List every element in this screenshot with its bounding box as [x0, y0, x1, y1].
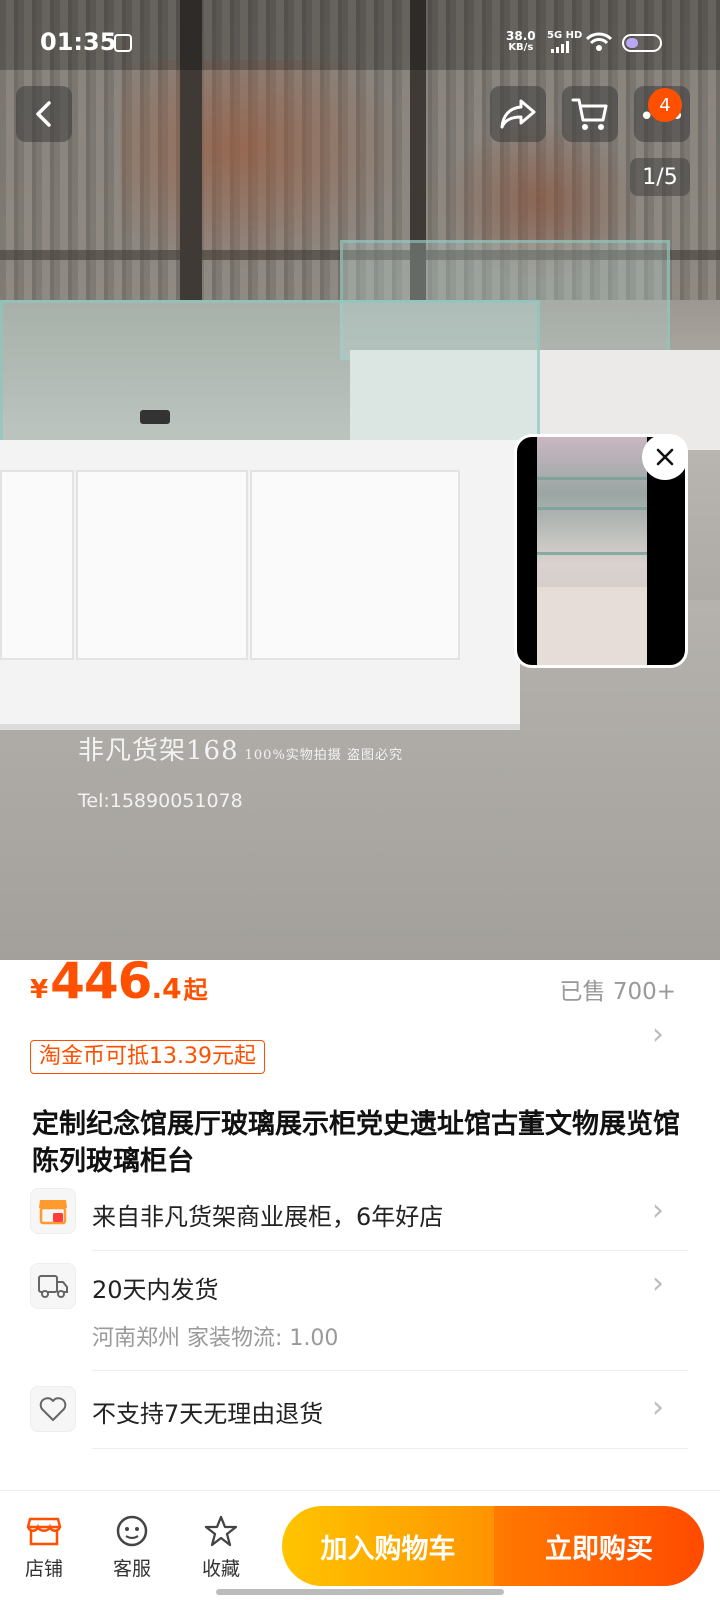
- price-integer: 446: [50, 952, 152, 1010]
- image-detail: [140, 410, 170, 424]
- service-icon: [116, 1515, 148, 1547]
- image-detail: [0, 470, 74, 660]
- product-detail-page: 非凡货架168 100%实物拍摄 盗图必究 Tel:15890051078 01:…: [0, 0, 720, 1600]
- cart-button[interactable]: [562, 86, 618, 142]
- network-speed-value: 38.0: [506, 29, 536, 43]
- network-speed: 38.0 KB/s: [506, 30, 536, 54]
- truck-icon: [38, 1275, 68, 1298]
- home-indicator[interactable]: [216, 1589, 504, 1595]
- signal-label: 5G HD: [547, 30, 583, 41]
- chevron-right-icon[interactable]: ›: [652, 1020, 664, 1050]
- heart-icon: [39, 1397, 67, 1421]
- image-detail: [76, 470, 248, 660]
- battery-icon: [622, 34, 662, 52]
- chevron-right-icon[interactable]: ›: [652, 1196, 664, 1226]
- video-thumbnail: [537, 437, 647, 665]
- signal-bars-icon: [551, 41, 569, 53]
- close-video-button[interactable]: [642, 434, 688, 480]
- shipping-row-icon: [30, 1263, 76, 1309]
- share-button[interactable]: [490, 86, 546, 142]
- add-to-cart-button[interactable]: 加入购物车: [282, 1506, 494, 1586]
- cart-badge: 4: [648, 88, 682, 122]
- image-watermark: 非凡货架168 100%实物拍摄 盗图必究: [78, 736, 403, 766]
- returns-policy[interactable]: 不支持7天无理由退货: [92, 1394, 323, 1429]
- divider: [92, 1250, 688, 1251]
- tab-favorite[interactable]: 收藏: [189, 1514, 253, 1581]
- tab-service-label: 客服: [112, 1558, 151, 1580]
- shipping-time[interactable]: 20天内发货: [92, 1270, 219, 1305]
- back-button[interactable]: [16, 86, 72, 142]
- sim-icon: [114, 34, 132, 52]
- shop-icon: [39, 1200, 67, 1225]
- returns-row-icon: [30, 1386, 76, 1432]
- share-icon: [500, 99, 536, 129]
- shop-icon: [26, 1517, 62, 1546]
- buy-now-button[interactable]: 立即购买: [494, 1506, 704, 1586]
- shop-row-icon: [30, 1188, 76, 1234]
- image-counter: 1/5: [630, 158, 690, 196]
- image-detail: [250, 470, 460, 660]
- image-detail: [0, 300, 540, 460]
- price: ¥ 446 .4 起: [30, 952, 208, 1010]
- sold-count: 已售 700+: [559, 979, 676, 1005]
- status-bar: 01:35 38.0 KB/s 5G HD: [0, 0, 720, 70]
- price-suffix: 起: [183, 976, 208, 1004]
- tab-favorite-label: 收藏: [201, 1558, 240, 1580]
- price-decimal: .4: [151, 972, 182, 1005]
- tab-shop-label: 店铺: [24, 1558, 63, 1580]
- divider: [92, 1448, 688, 1449]
- star-icon: [204, 1515, 238, 1547]
- chevron-right-icon[interactable]: ›: [652, 1269, 664, 1299]
- shop-info[interactable]: 来自非凡货架商业展柜，6年好店: [92, 1197, 443, 1232]
- coin-discount-tag[interactable]: 淘金币可抵13.39元起: [30, 1040, 265, 1074]
- signal-icon: 5G HD: [547, 30, 582, 56]
- network-speed-unit: KB/s: [508, 42, 534, 53]
- image-watermark-tel: Tel:15890051078: [78, 790, 243, 812]
- wifi-icon: [586, 32, 612, 51]
- shipping-detail: 河南郑州 家装物流: 1.00: [92, 1326, 339, 1351]
- close-icon: [656, 448, 674, 466]
- cart-icon: [571, 98, 608, 130]
- tab-service[interactable]: 客服: [100, 1514, 164, 1581]
- price-currency: ¥: [30, 975, 49, 1005]
- tab-shop[interactable]: 店铺: [12, 1514, 76, 1581]
- product-title: 定制纪念馆展厅玻璃展示柜党史遗址馆古董文物展览馆陈列玻璃柜台: [32, 1109, 680, 1177]
- divider: [92, 1370, 688, 1371]
- chevron-right-icon[interactable]: ›: [652, 1393, 664, 1423]
- back-icon: [36, 101, 51, 127]
- status-time: 01:35: [40, 28, 117, 56]
